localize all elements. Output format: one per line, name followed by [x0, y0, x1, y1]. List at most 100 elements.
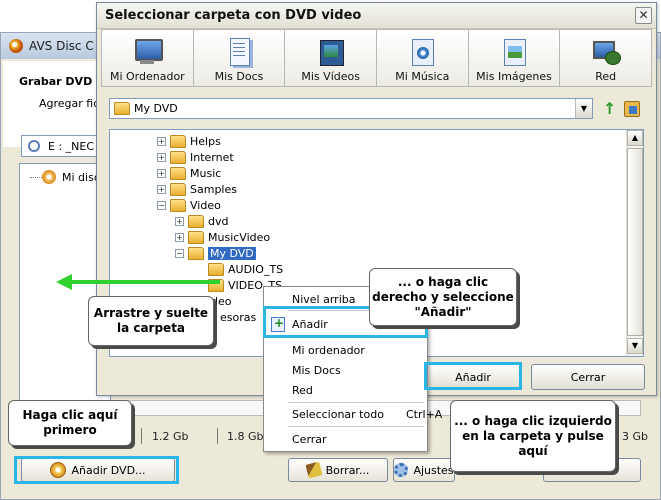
place-network[interactable]: Red [559, 29, 653, 87]
tree-item-label: MusicVideo [208, 230, 271, 244]
avs-window-title: AVS Disc C [29, 39, 94, 53]
tree-scrollbar[interactable]: ▲ ▼ [626, 130, 643, 356]
expand-icon[interactable]: + [175, 232, 184, 242]
collapse-icon[interactable]: − [157, 200, 166, 210]
tree-item-label: Video [190, 198, 221, 212]
capacity-size-label: 3 Gb [622, 430, 649, 443]
tree-item-label: Helps [190, 134, 221, 148]
tree-item[interactable]: + MusicVideo [175, 229, 270, 245]
close-icon[interactable]: ✕ [635, 7, 652, 24]
folder-icon [170, 150, 186, 164]
menu-item-my-computer[interactable]: Mi ordenador [292, 344, 365, 357]
expand-icon[interactable]: + [157, 168, 166, 178]
tree-item[interactable]: AUDIO_TS [208, 261, 283, 277]
tree-item-label: dvd [208, 214, 229, 228]
folder-icon [188, 214, 204, 228]
path-value: My DVD [134, 102, 178, 115]
dialog-title-bar: Seleccionar carpeta con DVD video ✕ [97, 3, 656, 29]
collapse-icon[interactable]: − [175, 248, 184, 258]
drag-arrow [70, 280, 220, 284]
tree-item-selected[interactable]: − My DVD [175, 245, 257, 261]
menu-item-level-up[interactable]: Nivel arriba [292, 293, 356, 306]
capacity-size-label: 1.2 Gb [152, 430, 189, 443]
folder-icon [170, 134, 186, 148]
menu-separator [288, 426, 424, 427]
tree-item-label: AUDIO_TS [228, 262, 284, 276]
menu-item-my-docs[interactable]: Mis Docs [292, 364, 341, 377]
tree-item-label: esoras [220, 310, 257, 324]
scroll-down-icon[interactable]: ▼ [627, 338, 643, 354]
dialog-title: Seleccionar carpeta con DVD video [105, 8, 362, 23]
place-my-docs[interactable]: Mis Docs [192, 29, 286, 87]
highlight-add-dvd-button [14, 456, 179, 484]
expand-icon[interactable]: + [175, 216, 184, 226]
drive-label: E : _NEC [48, 140, 95, 153]
menu-item-select-all[interactable]: Seleccionar todo Ctrl+A [292, 408, 442, 421]
menu-shortcut: Ctrl+A [406, 408, 443, 421]
clear-label: Borrar... [325, 463, 370, 477]
capacity-tick [217, 428, 218, 444]
callout-right-click: ... o haga clic derecho y seleccione "Añ… [369, 268, 517, 326]
place-my-computer[interactable]: Mi Ordenador [101, 29, 194, 87]
tree-item[interactable]: esoras [220, 309, 256, 325]
clear-button[interactable]: Borrar... [288, 458, 388, 482]
videos-icon [316, 37, 346, 67]
place-label: Mis Docs [214, 70, 264, 83]
folder-open-icon [188, 246, 204, 260]
folder-icon [208, 262, 224, 276]
tree-item[interactable]: + Samples [157, 181, 237, 197]
tree-item[interactable]: + Music [157, 165, 221, 181]
folder-icon [114, 102, 130, 115]
tree-connector [30, 177, 42, 178]
computer-icon [132, 37, 164, 67]
scroll-up-icon[interactable]: ▲ [627, 130, 643, 146]
tree-item[interactable]: + Helps [157, 133, 221, 149]
close-button[interactable]: Cerrar [531, 364, 645, 390]
place-label: Red [595, 70, 617, 83]
folder-icon [170, 198, 186, 212]
folder-icon [170, 166, 186, 180]
images-icon [499, 37, 529, 67]
callout-drag-drop: Arrastre y suelte la carpeta [88, 296, 214, 346]
chevron-down-icon[interactable]: ▼ [575, 99, 592, 118]
place-my-music[interactable]: Mi Música [376, 29, 469, 87]
expand-icon[interactable]: + [157, 152, 166, 162]
tree-item[interactable]: + Internet [157, 149, 234, 165]
menu-item-close[interactable]: Cerrar [292, 433, 327, 446]
expand-icon[interactable]: + [157, 184, 166, 194]
places-bar: Mi Ordenador Mis Docs Mis Vídeos Mi Músi… [101, 29, 653, 87]
arrow-left-icon [56, 274, 72, 290]
place-label: Mis Imágenes [476, 70, 552, 83]
scroll-thumb[interactable] [627, 148, 643, 336]
disc-icon [42, 170, 56, 184]
documents-icon [224, 37, 254, 67]
tree-item[interactable]: + dvd [175, 213, 228, 229]
capacity-tick [141, 428, 142, 444]
music-icon [407, 37, 437, 67]
tree-item[interactable]: − Video [157, 197, 221, 213]
up-folder-icon[interactable]: ↑ [603, 99, 616, 118]
path-combobox[interactable]: My DVD ▼ [109, 98, 593, 119]
place-label: Mi Música [395, 70, 450, 83]
place-my-videos[interactable]: Mis Vídeos [284, 29, 378, 87]
expand-icon[interactable]: + [157, 136, 166, 146]
menu-item-network[interactable]: Red [292, 384, 313, 397]
tree-item-label: Music [190, 166, 222, 180]
network-icon [591, 37, 621, 67]
avs-heading: Grabar DVD e [19, 75, 104, 88]
broom-icon [304, 461, 323, 479]
menu-item-label: Seleccionar todo [292, 408, 384, 421]
new-folder-icon[interactable] [624, 101, 640, 117]
highlight-add-button [424, 362, 522, 390]
settings-button[interactable]: Ajustes [393, 458, 455, 482]
place-my-images[interactable]: Mis Imágenes [467, 29, 561, 87]
cd-drive-icon [28, 140, 40, 152]
capacity-size-label: 1.8 Gb [227, 430, 264, 443]
place-label: Mis Vídeos [301, 70, 360, 83]
callout-click-first: Haga clic aquí primero [8, 400, 132, 446]
folder-icon [170, 182, 186, 196]
menu-separator [288, 402, 424, 403]
avs-logo-icon [9, 39, 23, 53]
tree-item-label: Samples [190, 182, 237, 196]
settings-label: Ajustes [413, 463, 454, 477]
